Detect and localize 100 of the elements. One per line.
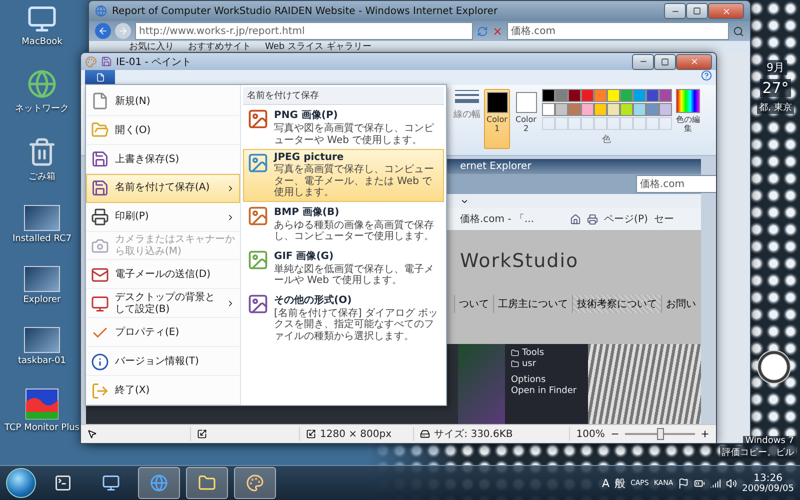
monitor-icon (91, 294, 109, 313)
palette-swatch[interactable] (568, 89, 581, 102)
desktop-icon[interactable]: TCP Monitor Plus (4, 388, 80, 433)
maximize-icon (661, 58, 669, 66)
menu-item[interactable]: デスクトップの背景として設定(B) (86, 289, 240, 318)
desktop-icon[interactable]: taskbar-01 (18, 327, 66, 366)
empty-swatch[interactable] (594, 117, 607, 130)
minimize-button[interactable] (664, 3, 686, 19)
recycle-bin-icon (27, 137, 57, 167)
favorites-link[interactable]: おすすめサイト (188, 42, 251, 52)
palette-swatch[interactable] (568, 103, 581, 116)
clock[interactable]: 13:26 2009/09/05 (742, 472, 794, 494)
file-menu-button[interactable] (85, 70, 115, 85)
menu-item[interactable]: 新規(N) (86, 87, 240, 116)
menu-item[interactable]: 印刷(P) (86, 202, 240, 232)
desktop-icon[interactable]: MacBook (22, 4, 62, 47)
desktop-icon[interactable]: Installed RC7 (12, 205, 72, 244)
maximize-button[interactable] (686, 3, 708, 19)
palette-swatch[interactable] (542, 103, 555, 116)
save-icon[interactable] (101, 56, 112, 67)
palette-swatch[interactable] (594, 89, 607, 102)
maximize-icon (693, 7, 701, 15)
tray-label[interactable]: 般 (614, 476, 626, 490)
palette-swatch[interactable] (594, 103, 607, 116)
empty-swatch[interactable] (581, 117, 594, 130)
back-button[interactable] (95, 23, 111, 39)
menu-item[interactable]: プロパティ(E) (86, 318, 240, 348)
palette-swatch[interactable] (555, 89, 568, 102)
menu-item[interactable]: 開く(O) (86, 116, 240, 145)
signal-icon[interactable] (710, 478, 722, 488)
color-selector-button[interactable]: Color 2 (513, 89, 539, 149)
palette-swatch[interactable] (581, 103, 594, 116)
search-field[interactable]: 価格.com (507, 22, 729, 40)
color-selector-button[interactable]: Color 1 (484, 89, 510, 149)
empty-swatch[interactable] (555, 117, 568, 130)
palette-swatch[interactable] (646, 103, 659, 116)
desktop-icon[interactable]: Explorer (23, 266, 61, 305)
start-button[interactable] (6, 468, 36, 498)
terminal-icon (54, 474, 72, 492)
tray-label[interactable]: A (602, 476, 610, 490)
stop-icon[interactable] (492, 26, 503, 36)
flag-icon[interactable] (678, 478, 690, 488)
menu-item[interactable]: 電子メールの送信(D) (86, 260, 240, 290)
palette-swatch[interactable] (607, 103, 620, 116)
help-icon[interactable] (701, 70, 712, 81)
menu-item[interactable]: JPEG picture 写真を高画質で保存し、コンピューター、電子メール、または Web で使用します。 (243, 149, 444, 202)
empty-swatch[interactable] (620, 117, 633, 130)
palette-swatch[interactable] (620, 89, 633, 102)
empty-swatch[interactable] (659, 117, 672, 130)
empty-swatch[interactable] (568, 117, 581, 130)
menu-item[interactable]: バージョン情報(T) (86, 347, 240, 376)
minimize-button[interactable] (632, 54, 654, 70)
volume-icon[interactable] (726, 478, 738, 488)
zoom-in-icon[interactable] (700, 429, 710, 439)
desktop-icon[interactable]: ごみ箱 (27, 137, 57, 183)
browser-icon (95, 5, 107, 17)
palette-swatch[interactable] (581, 89, 594, 102)
exit-icon (91, 382, 109, 400)
refresh-icon[interactable] (477, 26, 488, 36)
close-button[interactable] (676, 54, 712, 70)
palette-swatch[interactable] (659, 89, 672, 102)
icon-label: ごみ箱 (28, 171, 56, 183)
favorites-link[interactable]: お気に入り (129, 42, 174, 52)
empty-swatch[interactable] (646, 117, 659, 130)
close-button[interactable] (708, 3, 744, 19)
line-width-button[interactable]: 線の幅 (453, 89, 481, 121)
maximize-button[interactable] (654, 54, 676, 70)
palette-swatch[interactable] (607, 89, 620, 102)
edit-colors-button[interactable]: 色の編集 (674, 89, 702, 134)
group-label: 色 (602, 134, 611, 146)
search-icon[interactable] (733, 26, 744, 36)
palette-swatch[interactable] (633, 103, 646, 116)
desktop-icon[interactable]: ネットワーク (15, 69, 69, 115)
menu-item[interactable]: PNG 画像(P) 写真や図を高画質で保存し、コンピューターや Web で使用します。 (243, 105, 444, 149)
palette-swatch[interactable] (620, 103, 633, 116)
menu-item[interactable]: BMP 画像(B) あらゆる種類の画像を高画質で保存し、コンピューターで使用します。 (243, 202, 444, 246)
battery-icon[interactable] (694, 478, 706, 488)
camera-icon (91, 236, 109, 255)
empty-swatch[interactable] (542, 117, 555, 130)
menu-item[interactable]: 終了(X) (86, 376, 240, 405)
palette-swatch[interactable] (542, 89, 555, 102)
menu-item[interactable]: 名前を付けて保存(A) (86, 174, 240, 203)
notice-text: Windows 7 (743, 436, 796, 446)
document-icon (96, 73, 104, 82)
empty-swatch[interactable] (633, 117, 646, 130)
palette-swatch[interactable] (646, 89, 659, 102)
favorites-link[interactable]: Web スライス ギャラリー (265, 42, 372, 52)
menu-item[interactable]: その他の形式(O) [名前を付けて保存] ダイアログ ボックスを開き、指定可能なすべてのファイルの種類から選択します。 (243, 290, 444, 345)
back-arrow-icon (98, 26, 108, 36)
address-field[interactable]: http://www.works-r.jp/report.html (135, 22, 473, 40)
palette-swatch[interactable] (555, 103, 568, 116)
menu-item[interactable]: GIF 画像(G) 単純な図を低画質で保存し、電子メールや Web で使用します。 (243, 246, 444, 290)
slider-thumb[interactable] (656, 428, 664, 440)
palette-swatch[interactable] (659, 103, 672, 116)
document-icon (91, 92, 109, 110)
palette-swatch[interactable] (633, 89, 646, 102)
forward-button[interactable] (115, 23, 131, 39)
window-title: IE-01 - ペイント (116, 56, 192, 68)
taskbar-button[interactable] (186, 467, 228, 499)
empty-swatch[interactable] (607, 117, 620, 130)
